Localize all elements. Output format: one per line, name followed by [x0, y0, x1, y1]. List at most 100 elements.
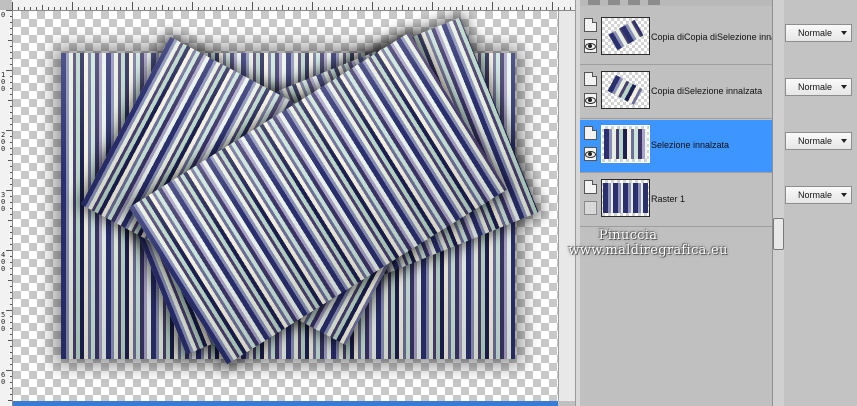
ruler-tick: [0, 358, 12, 359]
ruler-tick: [0, 22, 12, 23]
ruler-tick: [0, 100, 12, 101]
layer-row[interactable]: Raster 1: [580, 174, 775, 227]
layer-thumbnail[interactable]: [601, 71, 650, 109]
ruler-tick: [0, 352, 12, 353]
toolbar-icon[interactable]: [628, 0, 640, 5]
ruler-tick: [300, 7, 301, 10]
image-canvas[interactable]: [13, 11, 558, 401]
layer-row[interactable]: Copia diSelezione innalzata: [580, 66, 775, 119]
ruler-tick: [0, 376, 12, 377]
ruler-tick: [0, 274, 12, 275]
ruler-tick: [0, 226, 12, 227]
canvas-scrollbar-horizontal[interactable]: [13, 401, 558, 406]
chevron-down-icon: [841, 193, 847, 197]
ruler-tick: [0, 142, 12, 143]
ruler-tick: [0, 40, 12, 41]
blend-mode-select[interactable]: Normale: [785, 132, 852, 150]
ruler-tick: [0, 106, 12, 107]
layer-row-selected[interactable]: Selezione innalzata: [580, 120, 775, 173]
ruler-tick: [0, 82, 12, 83]
toolbar-icon[interactable]: [608, 0, 620, 5]
ruler-tick: [336, 7, 337, 10]
layers-scrollbar[interactable]: [772, 0, 784, 406]
ruler-tick: [36, 7, 37, 10]
ruler-tick: [420, 7, 421, 10]
ruler-tick: [492, 2, 493, 10]
ruler-tick: [42, 5, 43, 10]
canvas-scrollbar-vertical[interactable]: [558, 11, 575, 401]
eye-icon[interactable]: [584, 201, 597, 215]
ruler-tick: [528, 7, 529, 10]
layer-thumbnail[interactable]: [601, 125, 650, 163]
ruler-tick: [324, 7, 325, 10]
ruler-tick: [78, 7, 79, 10]
layer-name[interactable]: Copia diCopia diSelezione innalzata: [651, 31, 775, 43]
eye-icon[interactable]: [584, 93, 597, 107]
ruler-tick: [156, 7, 157, 10]
ruler-top: [12, 0, 575, 11]
ruler-tick: [114, 7, 115, 10]
blend-mode-select[interactable]: Normale: [785, 186, 852, 204]
page-icon: [584, 18, 597, 32]
ruler-tick: [192, 2, 193, 10]
ruler-tick: [456, 7, 457, 10]
chevron-down-icon: [841, 85, 847, 89]
ruler-tick: [0, 286, 12, 287]
ruler-tick: [0, 118, 12, 119]
ruler-tick: [546, 7, 547, 10]
watermark-name: Pinuccia: [598, 228, 658, 243]
ruler-tick: [510, 7, 511, 10]
ruler-tick: [210, 7, 211, 10]
ruler-tick: [0, 334, 12, 335]
blend-mode-value: Normale: [798, 28, 833, 38]
ruler-tick: [0, 316, 12, 317]
ruler-tick: [72, 2, 73, 10]
layers-scrollbar-thumb[interactable]: [773, 218, 784, 250]
ruler-tick: [258, 7, 259, 10]
ruler-tick: [432, 2, 433, 10]
layer-name[interactable]: Copia diSelezione innalzata: [651, 85, 775, 97]
layer-thumbnail[interactable]: [601, 17, 650, 55]
ruler-tick: [96, 7, 97, 10]
eye-icon[interactable]: [584, 39, 597, 53]
ruler-tick: [0, 190, 12, 191]
ruler-tick: [198, 7, 199, 10]
blend-mode-select[interactable]: Normale: [785, 24, 852, 42]
blend-mode-value: Normale: [798, 136, 833, 146]
ruler-tick: [0, 208, 12, 209]
layer-row[interactable]: Copia diCopia diSelezione innalzata: [580, 12, 775, 65]
ruler-tick: [144, 7, 145, 10]
layer-name[interactable]: Selezione innalzata: [651, 139, 775, 151]
ruler-tick: [48, 7, 49, 10]
ruler-tick: [366, 7, 367, 10]
ruler-tick: [0, 280, 12, 281]
ruler-tick: [564, 7, 565, 10]
ruler-tick: [306, 7, 307, 10]
ruler-tick: [540, 7, 541, 10]
ruler-tick: [444, 7, 445, 10]
ruler-tick: [0, 244, 12, 245]
ruler-tick: [108, 7, 109, 10]
ruler-tick: [0, 214, 12, 215]
ruler-tick: [552, 2, 553, 10]
ruler-tick: [570, 7, 571, 10]
ruler-tick: [0, 382, 12, 383]
ruler-tick: [60, 7, 61, 10]
ruler-tick: [390, 7, 391, 10]
blend-mode-select[interactable]: Normale: [785, 78, 852, 96]
toolbar-icon[interactable]: [588, 0, 600, 5]
watermark-url: www.maldiregrafica.eu: [568, 243, 728, 258]
toolbar-icon[interactable]: [648, 0, 660, 5]
ruler-tick: [0, 250, 12, 251]
ruler-tick: [204, 7, 205, 10]
ruler-tick: [138, 7, 139, 10]
blend-mode-value: Normale: [798, 82, 833, 92]
ruler-tick: [0, 46, 12, 47]
eye-icon[interactable]: [584, 147, 597, 161]
ruler-tick: [0, 130, 12, 131]
layer-name[interactable]: Raster 1: [651, 193, 775, 205]
ruler-tick: [222, 5, 223, 10]
layer-thumbnail[interactable]: [601, 179, 650, 217]
ruler-tick: [0, 238, 12, 239]
ruler-tick: [0, 16, 12, 17]
